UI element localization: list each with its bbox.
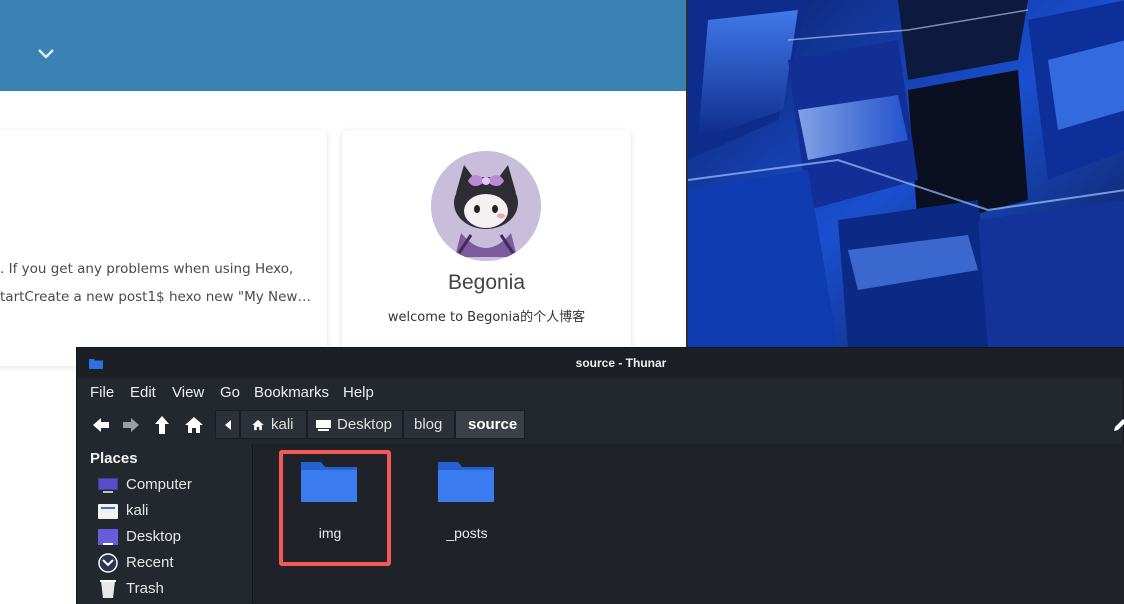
path-crumb-kali[interactable]: kali bbox=[240, 410, 307, 439]
menu-help[interactable]: Help bbox=[343, 384, 374, 401]
menu-bookmarks[interactable]: Bookmarks bbox=[254, 384, 329, 401]
pencil-icon[interactable] bbox=[1113, 418, 1124, 432]
path-crumb-blog[interactable]: blog bbox=[403, 410, 455, 439]
folder-icon bbox=[438, 462, 494, 502]
post-card[interactable]: . If you get any problems when using Hex… bbox=[0, 130, 327, 366]
menu-view[interactable]: View bbox=[172, 384, 204, 401]
avatar-illustration bbox=[431, 151, 541, 261]
author-card: Begonia welcome to Begonia的个人博客 bbox=[342, 130, 631, 366]
sidebar-item-label: kali bbox=[126, 502, 149, 519]
desktop-icon bbox=[316, 420, 331, 431]
post-excerpt-line: . If you get any problems when using Hex… bbox=[0, 261, 294, 277]
path-crumb-source[interactable]: source bbox=[455, 410, 525, 439]
caret-left-icon bbox=[225, 420, 231, 430]
recent-icon bbox=[98, 553, 118, 573]
path-crumb-label: source bbox=[468, 416, 518, 433]
folder-item-posts[interactable]: _posts bbox=[419, 454, 515, 554]
selection-highlight-box bbox=[279, 450, 391, 566]
menu-go[interactable]: Go bbox=[220, 384, 240, 401]
glass-cubes-wallpaper-image bbox=[688, 0, 1124, 348]
sidebar-item-label: Trash bbox=[126, 580, 164, 597]
home-icon bbox=[252, 419, 264, 431]
post-excerpt-line: tartCreate a new post1$ hexo new "My New… bbox=[0, 289, 311, 305]
path-crumb-label: blog bbox=[414, 416, 443, 433]
folder-name: _posts bbox=[446, 525, 488, 541]
desktop-wallpaper bbox=[686, 0, 1124, 348]
sidebar-item-label: Computer bbox=[126, 476, 192, 493]
sidebar-item-trash[interactable]: Trash bbox=[97, 577, 247, 601]
home-folder-icon bbox=[98, 504, 118, 519]
window-title: source - Thunar bbox=[575, 356, 667, 370]
sidebar-item-label: Desktop bbox=[126, 528, 182, 545]
sidebar-item-kali[interactable]: kali bbox=[97, 499, 247, 523]
blog-header-banner bbox=[0, 0, 686, 91]
sidebar-item-desktop[interactable]: Desktop bbox=[97, 525, 247, 549]
menu-bar: File Edit View Go Bookmarks Help bbox=[77, 378, 1124, 408]
home-icon[interactable] bbox=[183, 414, 205, 436]
places-header: Places bbox=[90, 450, 138, 467]
sidebar-item-label: Recent bbox=[126, 554, 174, 571]
toolbar: kali Desktop blog source bbox=[77, 408, 1124, 442]
path-scroll-left-button[interactable] bbox=[215, 410, 240, 439]
path-crumb-label: Desktop bbox=[337, 416, 393, 433]
chevron-down-icon[interactable] bbox=[37, 48, 55, 60]
places-sidebar: Places Computer kali Desktop Recent Tras… bbox=[77, 444, 253, 604]
sidebar-item-recent[interactable]: Recent bbox=[97, 551, 247, 575]
trash-icon bbox=[100, 580, 116, 598]
forward-arrow-icon[interactable] bbox=[120, 414, 142, 436]
desktop-icon bbox=[98, 529, 118, 545]
computer-icon bbox=[98, 478, 118, 493]
sidebar-item-computer[interactable]: Computer bbox=[97, 473, 247, 497]
window-titlebar[interactable]: source - Thunar bbox=[77, 348, 1124, 378]
author-name: Begonia bbox=[447, 271, 526, 294]
back-arrow-icon[interactable] bbox=[90, 414, 112, 436]
path-crumb-desktop[interactable]: Desktop bbox=[307, 410, 403, 439]
menu-edit[interactable]: Edit bbox=[130, 384, 156, 401]
desktop-screen: . If you get any problems when using Hex… bbox=[0, 0, 1124, 604]
path-crumb-label: kali bbox=[271, 416, 294, 433]
thunar-window[interactable]: source - Thunar File Edit View Go Bookma… bbox=[76, 347, 1124, 604]
up-arrow-icon[interactable] bbox=[151, 414, 173, 436]
author-bio: welcome to Begonia的个人博客 bbox=[387, 310, 586, 325]
avatar bbox=[431, 151, 541, 261]
menu-file[interactable]: File bbox=[90, 384, 114, 401]
